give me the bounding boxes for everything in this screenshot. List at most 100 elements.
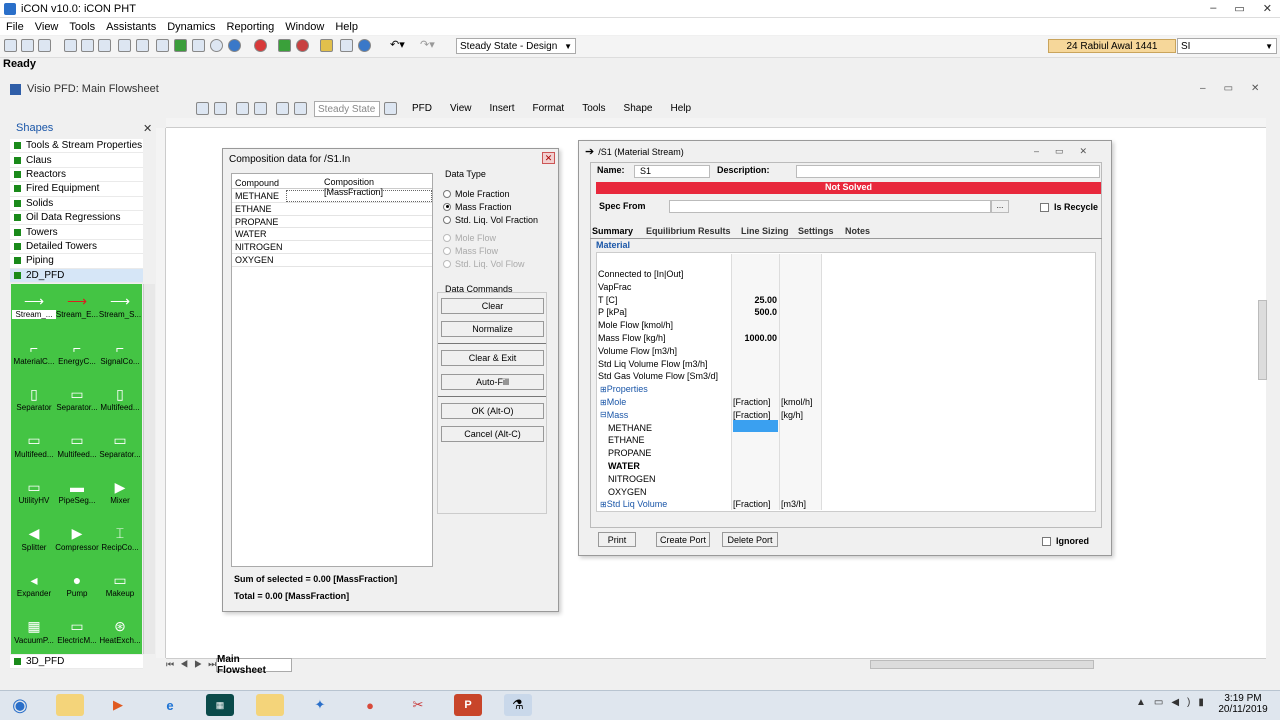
- category-tools-stream[interactable]: Tools & Stream Properties: [10, 139, 143, 154]
- menu-file[interactable]: File: [6, 21, 24, 33]
- category-oil-data[interactable]: Oil Data Regressions: [10, 210, 143, 226]
- create-port-button[interactable]: Create Port: [656, 532, 710, 547]
- composition-cell[interactable]: [286, 228, 432, 240]
- run-icon[interactable]: [278, 39, 291, 52]
- list-icon[interactable]: [136, 39, 149, 52]
- visio-close-button[interactable]: ✕: [1251, 83, 1259, 94]
- visio-menu-pfd[interactable]: PFD: [412, 103, 432, 114]
- visio-menu-shape[interactable]: Shape: [624, 103, 653, 114]
- stream-row-label[interactable]: ⊟ Mass: [600, 409, 628, 421]
- stream-row-value[interactable]: [Fraction]: [733, 396, 777, 408]
- stream-row-value[interactable]: [781, 358, 821, 370]
- tab-line-sizing[interactable]: Line Sizing: [741, 224, 789, 238]
- spec-from-input[interactable]: [669, 200, 991, 213]
- stencil-shape[interactable]: ⊛ HeatExch...: [98, 618, 142, 645]
- help-icon[interactable]: [358, 39, 371, 52]
- settings-icon[interactable]: [340, 39, 353, 52]
- composition-close-icon[interactable]: ✕: [542, 152, 555, 164]
- stream-row-value[interactable]: [kg/h]: [781, 409, 821, 421]
- pipe-icon[interactable]: [192, 39, 205, 52]
- visio-menu-insert[interactable]: Insert: [490, 103, 515, 114]
- chrome-icon[interactable]: ●: [356, 694, 384, 716]
- state-field[interactable]: Steady State: [314, 101, 380, 117]
- composition-cell[interactable]: [286, 216, 432, 228]
- stencil-shape[interactable]: ▭ Multifeed...: [55, 432, 99, 459]
- powerpoint-icon[interactable]: P: [454, 694, 482, 716]
- cut-icon[interactable]: [64, 39, 77, 52]
- clock[interactable]: 3:19 PM 20/11/2019: [1218, 693, 1268, 715]
- category-reactors[interactable]: Reactors: [10, 167, 143, 183]
- stream-close-button[interactable]: ✕: [1080, 146, 1088, 157]
- stencil-shape[interactable]: ▭ ElectricM...: [55, 618, 99, 645]
- tab-settings[interactable]: Settings: [798, 224, 834, 238]
- stream-row-value[interactable]: [781, 345, 821, 357]
- menu-reporting[interactable]: Reporting: [227, 21, 275, 33]
- composition-cell[interactable]: [286, 241, 432, 253]
- stream-row-value[interactable]: [733, 447, 777, 459]
- stream-row-value[interactable]: 25.00: [733, 294, 777, 306]
- new-icon[interactable]: [4, 39, 17, 52]
- stream-row-value[interactable]: [781, 383, 821, 395]
- text-tool-icon[interactable]: [236, 102, 249, 115]
- stencil-shape[interactable]: ● Pump: [55, 571, 99, 598]
- stream-row-value[interactable]: 500.0: [733, 306, 777, 318]
- stream-row-label[interactable]: ⊞ Properties: [600, 383, 648, 395]
- stream-row-value[interactable]: [781, 473, 821, 485]
- grid-icon[interactable]: [294, 102, 307, 115]
- tab-equilibrium[interactable]: Equilibrium Results: [646, 224, 731, 238]
- tab-summary[interactable]: Summary: [592, 224, 633, 238]
- category-detailed-towers[interactable]: Detailed Towers: [10, 239, 143, 255]
- stream-row-value[interactable]: [733, 370, 777, 382]
- stream-row-value[interactable]: [733, 434, 777, 446]
- maximize-button[interactable]: ▭: [1234, 2, 1244, 15]
- visio-menu-format[interactable]: Format: [533, 103, 565, 114]
- stream-row-value[interactable]: [781, 319, 821, 331]
- stream-row-value[interactable]: [781, 306, 821, 318]
- stencil-shape[interactable]: ⌐ MaterialC...: [12, 339, 56, 366]
- copy-icon[interactable]: [81, 39, 94, 52]
- stream-minimize-button[interactable]: –: [1034, 146, 1039, 157]
- print-button[interactable]: Print: [598, 532, 636, 547]
- vertical-scrollbar[interactable]: [1258, 300, 1267, 380]
- auto-fill-button[interactable]: Auto-Fill: [441, 374, 544, 390]
- unit-select[interactable]: SI ▼: [1177, 38, 1277, 54]
- ie-icon[interactable]: e: [156, 694, 184, 716]
- menu-assistants[interactable]: Assistants: [106, 21, 156, 33]
- tab-notes[interactable]: Notes: [845, 224, 870, 238]
- stencil-shape[interactable]: ⌐ SignalCo...: [98, 339, 142, 366]
- stencil-shape[interactable]: ▭ UtilityHV: [12, 478, 56, 506]
- expand-icon[interactable]: ⊞: [600, 398, 607, 407]
- stencil-shape[interactable]: ◂ Expander: [12, 571, 56, 599]
- save-icon[interactable]: [38, 39, 51, 52]
- cancel-button[interactable]: Cancel (Alt-C): [441, 426, 544, 442]
- stream-row-value[interactable]: [kmol/h]: [781, 396, 821, 408]
- category-claus[interactable]: Claus: [10, 153, 143, 168]
- menu-window[interactable]: Window: [285, 21, 324, 33]
- stream-maximize-button[interactable]: ▭: [1055, 146, 1064, 157]
- is-recycle-checkbox[interactable]: Is Recycle: [1040, 202, 1098, 212]
- stream-row-value[interactable]: [781, 447, 821, 459]
- terminal-icon[interactable]: ▦: [206, 694, 234, 716]
- visio-minimize-button[interactable]: –: [1200, 83, 1206, 94]
- stencil-scrollbar[interactable]: [143, 284, 155, 654]
- page-nav-icons[interactable]: ⏮◀▶⏭: [166, 659, 222, 670]
- expand-icon[interactable]: ⊟: [600, 410, 607, 419]
- start-icon[interactable]: ◉: [6, 694, 34, 716]
- stencil-shape[interactable]: ▭ Makeup: [98, 571, 142, 599]
- radio-std-liq-vol-fraction[interactable]: Std. Liq. Vol Fraction: [443, 213, 538, 226]
- selected-cell[interactable]: [733, 420, 778, 432]
- stream-row-value[interactable]: [733, 383, 777, 395]
- stream-row-label[interactable]: ⊞ Std Liq Volume: [600, 498, 667, 510]
- explorer-icon[interactable]: [56, 694, 84, 716]
- normalize-button[interactable]: Normalize: [441, 321, 544, 337]
- expand-icon[interactable]: ⊞: [600, 385, 607, 394]
- page-tab-main[interactable]: Main Flowsheet: [216, 654, 292, 676]
- category-piping[interactable]: Piping: [10, 254, 143, 269]
- stream-row-value[interactable]: [781, 294, 821, 306]
- stream-row-value[interactable]: [733, 319, 777, 331]
- spec-from-browse-button[interactable]: ...: [991, 200, 1009, 213]
- stream-row-value[interactable]: [733, 281, 777, 293]
- clear-button[interactable]: Clear: [441, 298, 544, 314]
- table-icon[interactable]: [118, 39, 131, 52]
- solver-icon[interactable]: [320, 39, 333, 52]
